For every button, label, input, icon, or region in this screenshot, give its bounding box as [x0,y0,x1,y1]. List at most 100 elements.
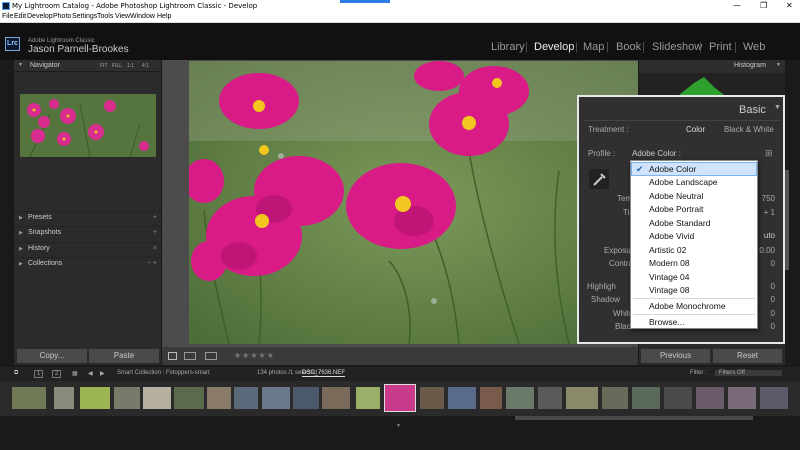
thumbnail[interactable] [54,387,74,409]
menu-photo[interactable]: Photo [53,13,71,20]
navigator-header[interactable]: ▼ Navigator FIT FILL 1:1 4:1 [14,60,161,72]
thumbnail[interactable] [664,387,692,409]
profile-item[interactable]: Artistic 02 [649,245,686,255]
thumbnail[interactable] [760,387,788,409]
profile-item[interactable]: Adobe Vivid [649,231,694,241]
profile-item[interactable]: Adobe Color [649,164,696,174]
filmstrip-scrollbar[interactable] [515,416,753,420]
before-after-icon[interactable] [184,352,196,360]
thumbnail-selected[interactable] [384,384,416,412]
thumbnail[interactable] [12,387,46,409]
thumbnail[interactable] [632,387,660,409]
thumbnail[interactable] [696,387,724,409]
histogram-title: Histogram [734,62,766,69]
thumbnail[interactable] [538,387,562,409]
thumbnail[interactable] [322,387,350,409]
treatment-color[interactable]: Color [686,125,705,134]
menu-divider [633,298,755,299]
zoom-fill[interactable]: FILL [112,63,122,69]
histogram-header[interactable]: Histogram ▼ [639,60,785,72]
thumbnail[interactable] [480,387,502,409]
module-library[interactable]: Library [491,41,525,53]
menu-develop[interactable]: Develop [27,13,53,20]
thumbnail[interactable] [356,387,380,409]
expand-filmstrip-icon[interactable]: ▼ [396,423,401,429]
presets-section[interactable]: ▶ Presets + [14,211,161,225]
thumbnail[interactable] [566,387,598,409]
menu-file[interactable]: File [2,13,13,20]
previous-button[interactable]: Previous [641,349,710,363]
back-arrow-icon[interactable]: ◀ [88,370,93,377]
profile-item[interactable]: Modern 08 [649,258,690,268]
profile-item[interactable]: Adobe Standard [649,218,710,228]
thumbnail[interactable] [448,387,476,409]
source-label[interactable]: Smart Collection : Fstoppers-smart [117,370,210,376]
zoom-4-1[interactable]: 4:1 [142,63,149,69]
browse-profiles[interactable]: Browse... [649,317,684,327]
title-accent [340,0,390,3]
close-icon[interactable]: ✕ [786,1,793,10]
menu-view[interactable]: View [115,13,130,20]
compare-icon[interactable] [205,352,217,360]
module-slideshow[interactable]: Slideshow [652,41,702,53]
profile-browser-icon[interactable]: ⊞ [765,148,773,159]
loupe-view-icon[interactable] [168,352,177,360]
zoom-fit[interactable]: FIT [100,63,108,69]
maximize-icon[interactable]: ❐ [760,1,767,10]
thumbnail[interactable] [602,387,628,409]
profile-item-monochrome[interactable]: Adobe Monochrome [649,301,726,311]
page-2[interactable]: 2 [52,370,62,378]
forward-arrow-icon[interactable]: ▶ [100,370,105,377]
collapse-icon[interactable]: ▼ [774,104,781,111]
treatment-bw[interactable]: Black & White [724,125,774,134]
profile-item[interactable]: Vintage 04 [649,272,690,282]
thumbnail[interactable] [420,387,444,409]
thumbnail[interactable] [728,387,756,409]
filter-select[interactable]: Filters Off [715,370,782,376]
profile-item[interactable]: Adobe Neutral [649,191,703,201]
exposure-label: Exposur [604,246,634,255]
thumbnail[interactable] [262,387,290,409]
filmstrip-header: ⧉ 1 2 ▦ ◀ ▶ Smart Collection : Fstoppers… [0,367,800,381]
profile-select[interactable]: Adobe Color : [632,149,681,158]
reset-button[interactable]: Reset [713,349,782,363]
module-book[interactable]: Book [616,41,641,53]
minimize-icon[interactable]: — [733,1,741,10]
thumbnail[interactable] [207,387,231,409]
profile-item[interactable]: Vintage 08 [649,285,690,295]
thumbnail[interactable] [143,387,171,409]
menu-edit[interactable]: Edit [14,13,26,20]
zoom-1-1[interactable]: 1:1 [127,63,134,69]
menu-settings[interactable]: Settings [72,13,97,20]
thumbnail[interactable] [293,387,319,409]
module-web[interactable]: Web [743,41,765,53]
profile-item[interactable]: Adobe Portrait [649,204,703,214]
thumbnail[interactable] [80,387,110,409]
paste-button[interactable]: Paste [89,349,159,363]
thumbnail[interactable] [506,387,534,409]
navigator-preview[interactable] [20,94,156,157]
page-1[interactable]: 1 [34,370,44,378]
grid-icon[interactable]: ▦ [72,370,78,377]
right-scrollbar[interactable] [785,170,789,270]
history-section[interactable]: ▶ History × [14,242,161,256]
snapshots-section[interactable]: ▶ Snapshots + [14,226,161,240]
menu-help[interactable]: Help [157,13,171,20]
thumbnail[interactable] [174,387,204,409]
thumbnail[interactable] [114,387,140,409]
profile-item[interactable]: Adobe Landscape [649,177,718,187]
menu-tools[interactable]: Tools [97,13,113,20]
copy-button[interactable]: Copy... [17,349,87,363]
menu-window[interactable]: Window [130,13,155,20]
eyedropper-icon[interactable] [589,169,609,189]
secondary-window-icon[interactable]: ⧉ [14,370,18,377]
thumbnail[interactable] [234,387,258,409]
module-develop[interactable]: Develop [534,41,574,53]
module-print[interactable]: Print [709,41,732,53]
histogram-graph [639,73,785,95]
rating-stars-icon[interactable]: ★★★★★ [234,351,275,360]
file-name[interactable]: DSC_7636.NEF [302,370,346,377]
collections-section[interactable]: ▶ Collections − + [14,257,161,271]
module-map[interactable]: Map [583,41,604,53]
main-photo[interactable] [189,61,638,344]
